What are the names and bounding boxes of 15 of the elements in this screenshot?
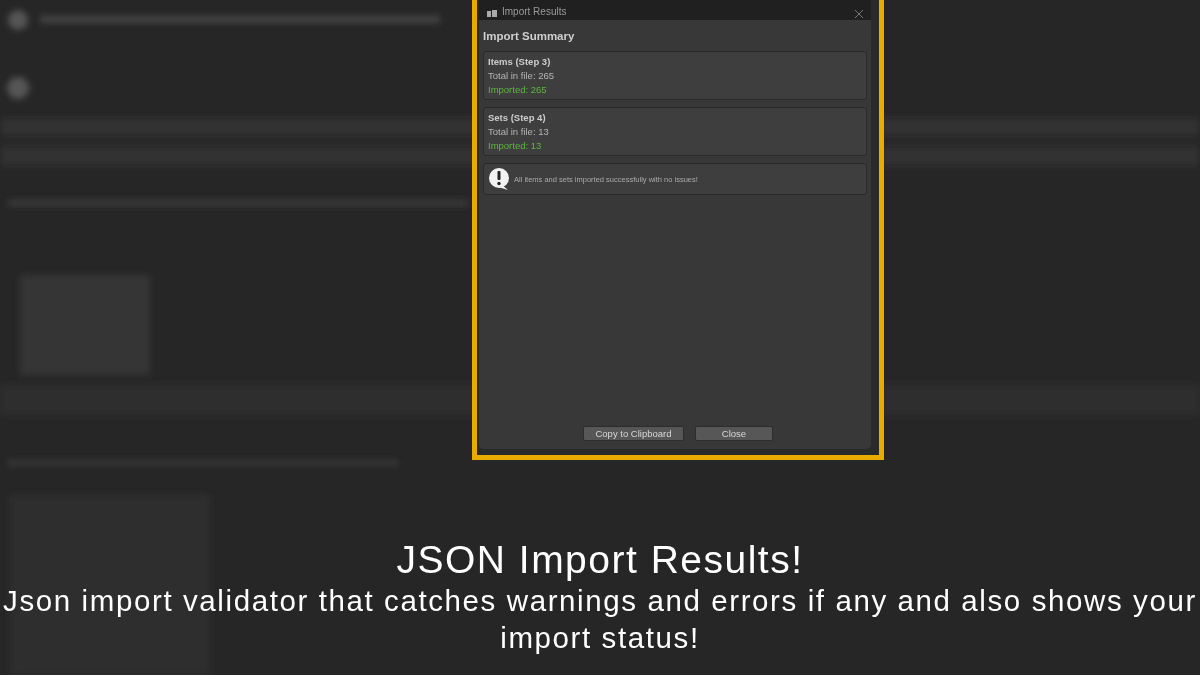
total-count: Total in file: 265 xyxy=(488,70,555,81)
window-icon xyxy=(487,10,497,18)
imported-count: Imported: 13 xyxy=(488,140,543,151)
copy-button[interactable]: Copy to Clipboard xyxy=(583,426,684,441)
close-button[interactable]: Close xyxy=(695,426,773,441)
card-title: Sets (Step 4) xyxy=(488,112,547,123)
caption-text: Json import validator that catches warnings and errors if any and also shows your import status! xyxy=(2,583,1198,656)
imported-count: Imported: 265 xyxy=(488,84,548,95)
window-title: Import Results xyxy=(502,6,567,18)
caption-title: JSON Import Results! xyxy=(396,538,804,582)
close-icon[interactable] xyxy=(855,10,863,18)
exclamation-icon xyxy=(488,167,510,191)
card-title: Items (Step 3) xyxy=(488,56,552,67)
total-count: Total in file: 13 xyxy=(488,126,550,137)
summary-heading: Import Summary xyxy=(483,30,576,42)
